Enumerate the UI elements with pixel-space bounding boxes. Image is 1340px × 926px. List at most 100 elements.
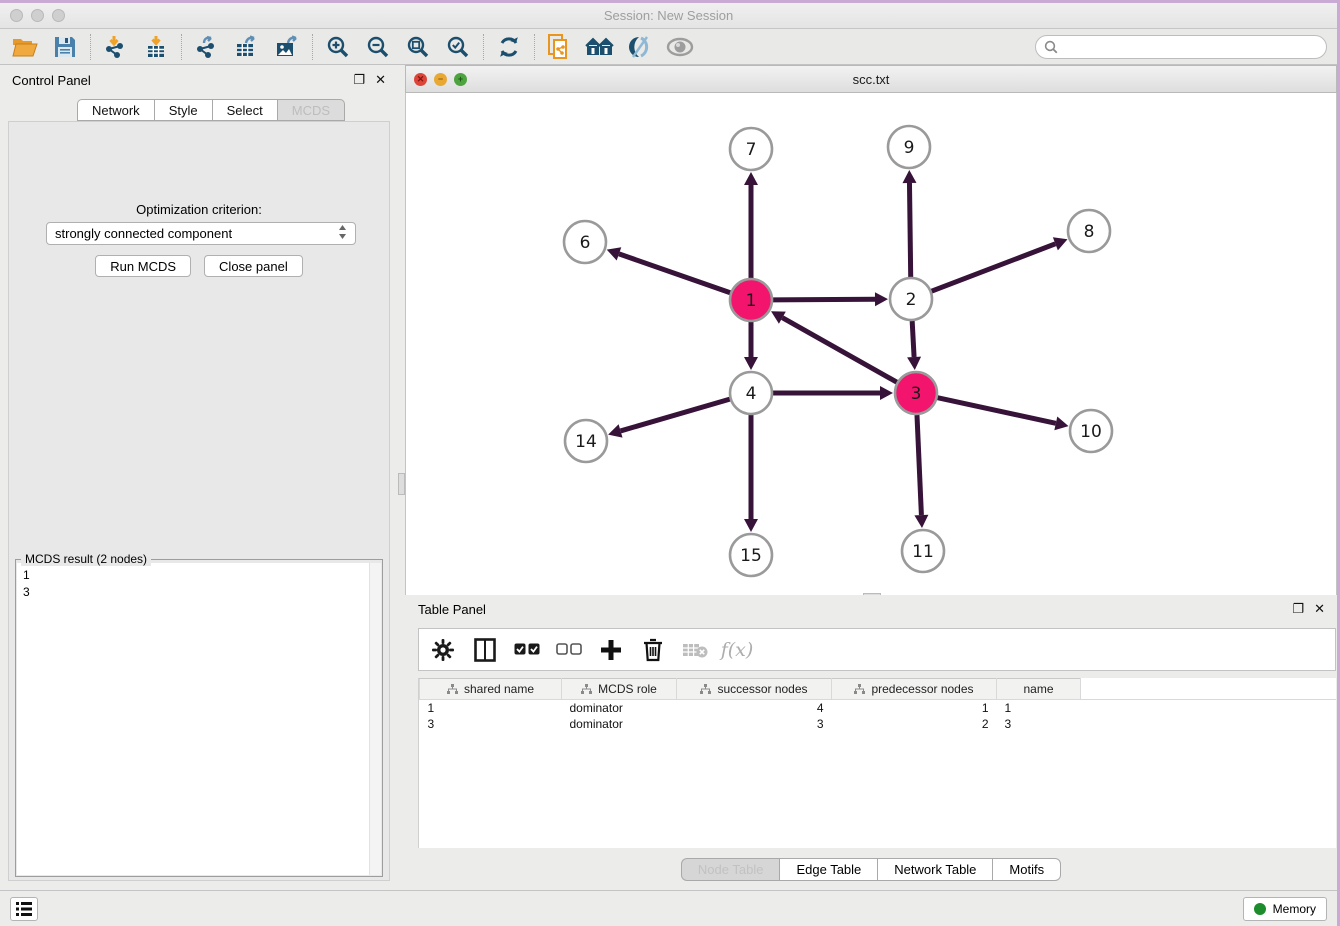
select-all-checks-icon[interactable]	[513, 636, 541, 664]
graph-edge-4-14[interactable]	[621, 399, 730, 431]
graph-node-label: 15	[740, 546, 762, 566]
mcds-result-box: MCDS result (2 nodes) 13	[15, 559, 383, 877]
graph-node-label: 14	[575, 432, 597, 452]
export-network-icon[interactable]	[192, 32, 222, 62]
mcds-result-title: MCDS result (2 nodes)	[21, 552, 151, 566]
table-settings-gear-icon[interactable]	[429, 636, 457, 664]
tab-network[interactable]: Network	[77, 99, 154, 121]
column-header-predecessor-nodes[interactable]: predecessor nodes	[832, 679, 997, 700]
deselect-all-icon[interactable]	[555, 636, 583, 664]
zoom-selected-icon[interactable]	[443, 32, 473, 62]
export-table-icon[interactable]	[232, 32, 262, 62]
tab-network-table[interactable]: Network Table	[877, 858, 992, 881]
table-panel: Table Panel ❐ ✕	[405, 595, 1337, 893]
optimization-criterion-select[interactable]: strongly connected component	[46, 222, 356, 245]
delete-column-trash-icon[interactable]	[639, 636, 667, 664]
export-image-icon[interactable]	[272, 32, 302, 62]
column-header-name[interactable]: name	[997, 679, 1081, 700]
status-bar: Memory	[0, 890, 1337, 926]
table-cell[interactable]: 3	[677, 716, 832, 732]
graph-edge-1-6[interactable]	[619, 254, 730, 293]
table-panel-title: Table Panel	[418, 602, 486, 617]
table-cell[interactable]: 1	[420, 700, 562, 716]
tab-node-table[interactable]: Node Table	[681, 858, 780, 881]
close-panel-icon[interactable]: ✕	[375, 72, 386, 88]
houses-icon[interactable]	[585, 32, 615, 62]
close-table-panel-icon[interactable]: ✕	[1314, 601, 1325, 617]
clone-network-icon[interactable]	[545, 32, 575, 62]
search-field[interactable]	[1035, 35, 1327, 59]
table-cell[interactable]: dominator	[562, 700, 677, 716]
vertical-splitter[interactable]	[398, 65, 405, 893]
zoom-fit-content-icon[interactable]	[403, 32, 433, 62]
edge-arrowhead	[902, 170, 916, 183]
graph-edge-3-11[interactable]	[917, 415, 921, 515]
node-table: shared name MCDS role successor nodes pr…	[418, 678, 1336, 848]
close-panel-button[interactable]: Close panel	[204, 255, 303, 277]
graph-edge-2-9[interactable]	[909, 183, 910, 277]
graph-edge-2-3[interactable]	[912, 321, 914, 357]
table-cell[interactable]: 3	[997, 716, 1081, 732]
table-panel-tabs: Node Table Edge Table Network Table Moti…	[405, 858, 1337, 881]
function-builder-icon: f(x)	[723, 636, 751, 664]
graph-node-label: 7	[746, 140, 757, 160]
tab-motifs[interactable]: Motifs	[992, 858, 1061, 881]
graph-node-label: 2	[906, 290, 917, 310]
import-network-icon[interactable]	[101, 32, 131, 62]
mcds-result-list[interactable]: 13	[17, 563, 369, 875]
network-graph: 7968124314101511	[406, 93, 1336, 595]
edge-arrowhead	[1054, 417, 1068, 431]
show-columns-icon[interactable]	[471, 636, 499, 664]
node-table-header: shared name MCDS role successor nodes pr…	[420, 679, 1337, 700]
edge-arrowhead	[744, 519, 758, 532]
edge-arrowhead	[875, 292, 888, 306]
zoom-in-icon[interactable]	[323, 32, 353, 62]
float-panel-icon[interactable]: ❐	[353, 72, 365, 88]
window-title: Session: New Session	[0, 8, 1337, 23]
mcds-result-item[interactable]: 1	[23, 567, 363, 584]
control-panel-title: Control Panel	[12, 73, 91, 88]
table-cell[interactable]: 1	[832, 700, 997, 716]
table-cell[interactable]: 1	[997, 700, 1081, 716]
half-eye-icon[interactable]	[625, 32, 655, 62]
graph-edge-3-10[interactable]	[937, 398, 1055, 424]
search-input[interactable]	[1064, 40, 1318, 54]
tab-edge-table[interactable]: Edge Table	[779, 858, 877, 881]
open-session-icon[interactable]	[10, 32, 40, 62]
tab-select[interactable]: Select	[212, 99, 277, 121]
network-view-window: ✕ − + scc.txt 7968124314101511	[405, 65, 1337, 595]
zoom-out-icon[interactable]	[363, 32, 393, 62]
run-mcds-button[interactable]: Run MCDS	[95, 255, 191, 277]
column-header-shared-name[interactable]: shared name	[420, 679, 562, 700]
add-column-plus-icon[interactable]	[597, 636, 625, 664]
network-canvas[interactable]: 7968124314101511	[405, 93, 1337, 595]
tab-style[interactable]: Style	[154, 99, 212, 121]
graph-edge-3-1[interactable]	[782, 318, 896, 383]
save-session-icon[interactable]	[50, 32, 80, 62]
table-row[interactable]: 1dominator411	[420, 700, 1337, 716]
table-cell[interactable]: 4	[677, 700, 832, 716]
graph-node-label: 8	[1084, 222, 1095, 242]
column-header-successor-nodes[interactable]: successor nodes	[677, 679, 832, 700]
graph-edge-1-2[interactable]	[773, 299, 875, 300]
tab-mcds[interactable]: MCDS	[277, 99, 345, 121]
refresh-view-icon[interactable]	[494, 32, 524, 62]
memory-status-icon	[1254, 903, 1266, 915]
table-cell[interactable]: dominator	[562, 716, 677, 732]
splitter-handle[interactable]	[398, 473, 405, 495]
table-cell[interactable]: 2	[832, 716, 997, 732]
task-history-button[interactable]	[10, 897, 38, 921]
table-toolbar: f(x)	[418, 628, 1336, 671]
window-title-bar: Session: New Session	[0, 3, 1337, 29]
table-cell[interactable]: 3	[420, 716, 562, 732]
import-table-icon[interactable]	[141, 32, 171, 62]
graph-node-label: 9	[904, 138, 915, 158]
table-row[interactable]: 3dominator323	[420, 716, 1337, 732]
mcds-result-item[interactable]: 3	[23, 584, 363, 601]
float-table-panel-icon[interactable]: ❐	[1292, 601, 1304, 617]
column-header-mcds-role[interactable]: MCDS role	[562, 679, 677, 700]
result-scrollbar[interactable]	[369, 563, 381, 875]
network-window-title-bar[interactable]: ✕ − + scc.txt	[405, 65, 1337, 93]
memory-button[interactable]: Memory	[1243, 897, 1327, 921]
graph-edge-2-8[interactable]	[932, 244, 1056, 291]
